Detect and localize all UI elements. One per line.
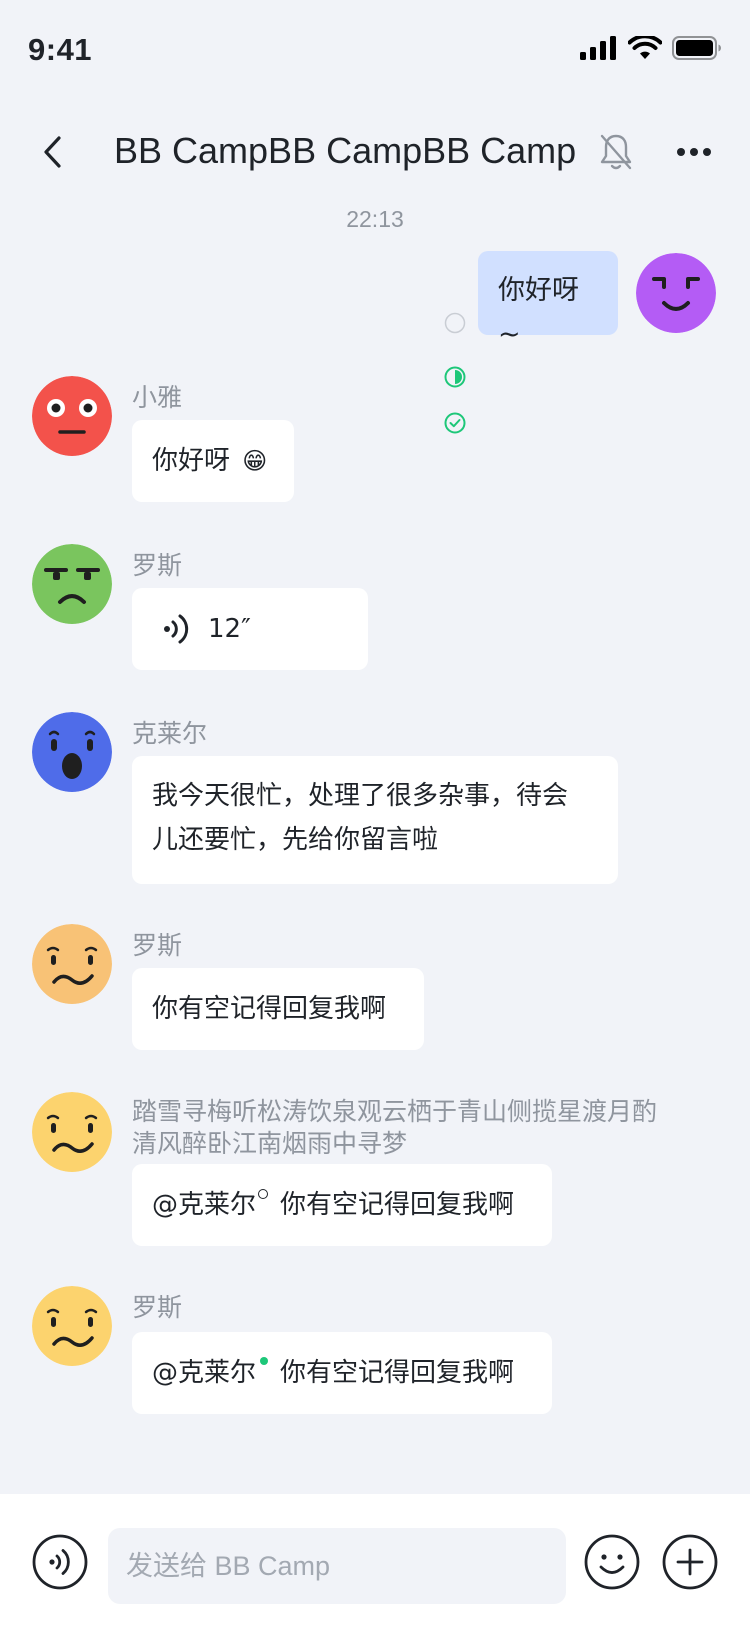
- mention-link[interactable]: @克莱尔: [152, 1358, 256, 1388]
- message-timestamp: 22:13: [346, 206, 404, 232]
- mention-unread-dot-icon: [258, 1189, 269, 1199]
- avatar-self[interactable]: [636, 253, 716, 333]
- voice-message-bubble[interactable]: 12″: [132, 588, 368, 670]
- avatar-xiaoya[interactable]: [32, 376, 112, 456]
- status-bar: 9:41: [0, 0, 750, 100]
- message-text: 你有空记得回复我啊: [152, 994, 387, 1024]
- sender-name: 罗斯: [132, 1293, 183, 1322]
- message-bubble[interactable]: 我今天很忙，处理了很多杂事，待会 儿还要忙，先给你留言啦: [132, 756, 618, 884]
- sender-name: 小雅: [132, 383, 183, 412]
- more-actions-button[interactable]: [662, 1534, 718, 1590]
- message-bubble[interactable]: 你好呀 😁: [132, 420, 294, 502]
- surprised-face-avatar-icon: [32, 376, 112, 456]
- chevron-left-icon: [44, 136, 61, 168]
- avatar-claire[interactable]: [32, 712, 112, 792]
- status-icons: [580, 36, 722, 60]
- smiley-icon: [584, 1534, 640, 1590]
- mention-read-dot-icon: [260, 1357, 269, 1365]
- message-input-bar: [0, 1494, 750, 1638]
- smiley-avatar-icon: [636, 253, 716, 333]
- voice-duration: 12″: [208, 614, 251, 644]
- annoyed-face-avatar-icon: [32, 544, 112, 624]
- message-text-line: 我今天很忙，处理了很多杂事，待会: [152, 781, 569, 811]
- partially-read-status-icon: [444, 366, 466, 388]
- battery-icon: [672, 36, 721, 60]
- uneasy-face-avatar-icon: [32, 924, 112, 1004]
- voice-wave-icon: [164, 614, 189, 644]
- avatar-rose-yellow[interactable]: [32, 1286, 112, 1366]
- sender-name-line: 清风醉卧江南烟雨中寻梦: [132, 1129, 408, 1158]
- bell-off-icon: [600, 134, 632, 170]
- message-input[interactable]: [108, 1528, 566, 1604]
- status-time: 9:41: [28, 32, 93, 67]
- mute-notifications-button[interactable]: [596, 130, 636, 174]
- chat-title: BB CampBB CampBB Camp: [114, 130, 577, 171]
- back-button[interactable]: [34, 132, 70, 172]
- emoji-button[interactable]: [584, 1534, 640, 1590]
- grinning-emoji: 😁: [242, 447, 268, 475]
- message-bubble-outgoing[interactable]: 你好呀~: [478, 251, 618, 350]
- avatar-rose-orange[interactable]: [32, 924, 112, 1004]
- plus-icon: [662, 1534, 718, 1590]
- voice-icon: [32, 1534, 88, 1590]
- cellular-signal-icon: [580, 36, 616, 60]
- avatar-rose-green[interactable]: [32, 544, 112, 624]
- sender-name: 克莱尔: [132, 719, 208, 748]
- message-text: 你好呀~: [498, 275, 579, 350]
- more-options-button[interactable]: [672, 134, 716, 170]
- message-bubble[interactable]: @克莱尔 你有空记得回复我啊: [132, 1332, 552, 1414]
- message-text: 你好呀: [152, 446, 231, 476]
- uneasy-face-avatar-icon: [32, 1286, 112, 1366]
- mention-link[interactable]: @克莱尔: [152, 1190, 256, 1220]
- message-text-line: 儿还要忙，先给你留言啦: [152, 825, 439, 855]
- message-text: 你有空记得回复我啊: [280, 1358, 515, 1388]
- voice-input-button[interactable]: [32, 1534, 88, 1590]
- read-check-status-icon: [444, 412, 466, 434]
- shocked-face-avatar-icon: [32, 712, 112, 792]
- sender-name: 罗斯: [132, 931, 183, 960]
- sender-name: 踏雪寻梅听松涛饮泉观云栖于青山侧揽星渡月酌 清风醉卧江南烟雨中寻梦: [132, 1096, 732, 1160]
- message-bubble[interactable]: 你有空记得回复我啊: [132, 968, 424, 1050]
- sender-name: 罗斯: [132, 551, 183, 580]
- more-dots-icon: [677, 148, 711, 156]
- unread-status-icon: [444, 312, 466, 334]
- avatar-long-name-user[interactable]: [32, 1092, 112, 1172]
- uneasy-face-avatar-icon: [32, 1092, 112, 1172]
- navigation-bar: BB CampBB CampBB Camp: [0, 112, 750, 192]
- sender-name-line: 踏雪寻梅听松涛饮泉观云栖于青山侧揽星渡月酌: [132, 1097, 658, 1126]
- message-text: 你有空记得回复我啊: [280, 1190, 515, 1220]
- wifi-icon: [628, 36, 662, 59]
- message-bubble[interactable]: @克莱尔 你有空记得回复我啊: [132, 1164, 552, 1246]
